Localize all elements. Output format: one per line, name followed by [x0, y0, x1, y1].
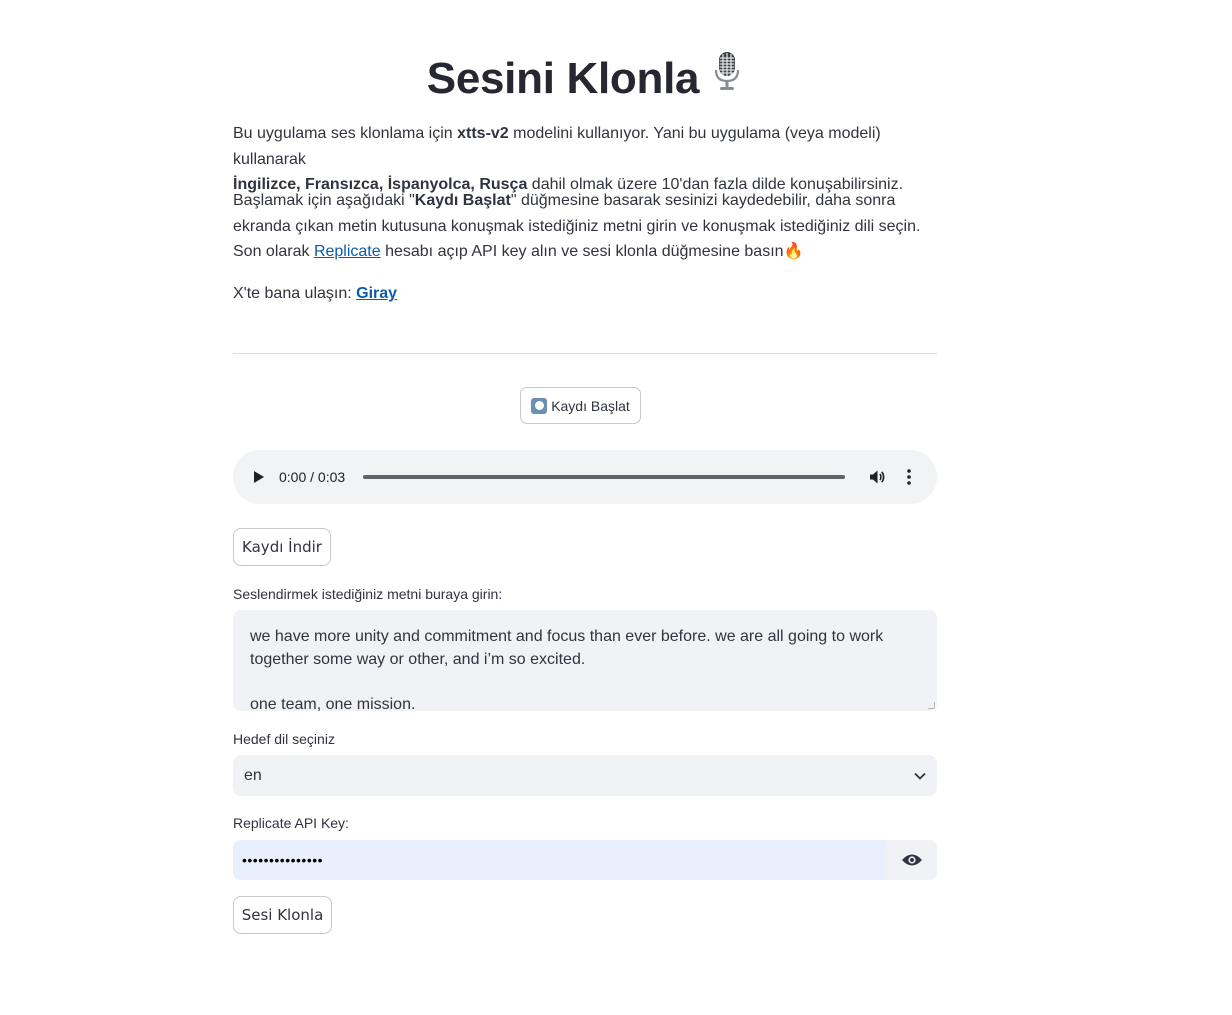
intro-text: Bu uygulama ses klonlama için: [233, 125, 458, 142]
record-icon: [531, 397, 548, 414]
api-key-input[interactable]: •••••••••••••••: [233, 840, 886, 880]
language-label: Hedef dil seçiniz: [233, 731, 335, 747]
api-key-label: Replicate API Key:: [233, 815, 349, 831]
play-icon[interactable]: [251, 469, 267, 485]
fire-icon: 🔥: [783, 243, 804, 260]
text-input-label: Seslendirmek istediğiniz metni buraya gi…: [233, 586, 503, 602]
start-recording-label: Kaydı Başlat: [551, 397, 630, 414]
show-password-icon[interactable]: [886, 840, 937, 880]
download-recording-button[interactable]: Kaydı İndir: [233, 528, 331, 566]
text-input[interactable]: we have more unity and commitment and fo…: [233, 610, 937, 711]
microphone-icon: [711, 50, 743, 105]
instructions-text: Başlamak için aşağıdaki ": [233, 192, 415, 209]
instructions-button-name: Kaydı Başlat: [414, 192, 511, 209]
replicate-link[interactable]: Replicate: [314, 243, 381, 260]
chevron-down-icon: [914, 767, 926, 785]
clone-voice-button[interactable]: Sesi Klonla: [233, 896, 332, 934]
language-selected-value: en: [244, 766, 262, 784]
start-recording-button[interactable]: Kaydı Başlat: [520, 387, 641, 424]
page-title: Sesini Klonla: [233, 50, 937, 106]
audio-time: 0:00 / 0:03: [279, 469, 346, 485]
language-select[interactable]: en: [233, 755, 937, 796]
page-title-text: Sesini Klonla: [426, 54, 700, 103]
divider: [233, 353, 937, 354]
api-key-field: •••••••••••••••: [233, 840, 937, 880]
volume-icon[interactable]: [867, 467, 887, 487]
instructions-text: hesabı açıp API key alın ve sesi klonla …: [380, 243, 784, 260]
intro-paragraph: Bu uygulama ses klonlama için xtts-v2 mo…: [233, 121, 937, 198]
instructions-paragraph: Başlamak için aşağıdaki "Kaydı Başlat" d…: [233, 188, 937, 265]
more-options-icon[interactable]: [899, 467, 919, 487]
giray-link[interactable]: Giray: [356, 285, 397, 302]
audio-progress-track[interactable]: [363, 475, 845, 479]
resize-handle-icon[interactable]: [928, 702, 935, 709]
contact-paragraph: X'te bana ulaşın: Giray: [233, 281, 937, 307]
model-name: xtts-v2: [457, 125, 509, 142]
audio-player: 0:00 / 0:03: [233, 450, 937, 504]
text-input-value: we have more unity and commitment and fo…: [250, 628, 884, 711]
contact-text: X'te bana ulaşın:: [233, 285, 357, 302]
